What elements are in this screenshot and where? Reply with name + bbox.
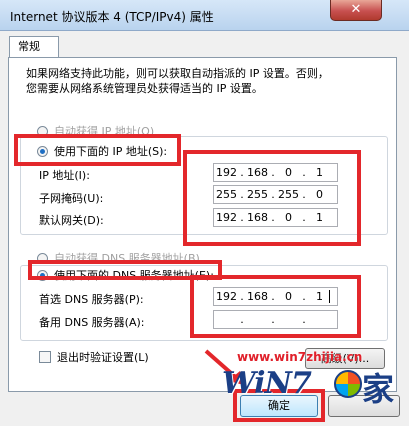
title-bar: Internet 协议版本 4 (TCP/IPv4) 属性 ✕ — [0, 0, 409, 31]
ip-address-label: IP 地址(I): — [39, 169, 90, 182]
watermark-logo-suffix: 家 — [362, 370, 395, 408]
description-line: 如果网络支持此功能，则可以获取自动指派的 IP 设置。否则， — [26, 67, 329, 80]
highlight-dns-fields — [190, 275, 361, 338]
watermark-logo: WiN7 — [222, 366, 312, 401]
highlight-ip-fields — [183, 150, 361, 246]
window-title: Internet 协议版本 4 (TCP/IPv4) 属性 — [10, 10, 214, 24]
windows-logo-icon — [334, 370, 362, 398]
validate-settings-checkbox[interactable] — [39, 351, 51, 363]
default-gateway-label: 默认网关(D): — [39, 214, 104, 227]
description-line: 您需要从网络系统管理员处获得适当的 IP 设置。 — [26, 82, 263, 95]
close-button[interactable]: ✕ — [330, 0, 382, 21]
tab-general-label: 常规 — [18, 40, 40, 53]
validate-settings-label: 退出时验证设置(L) — [57, 351, 149, 364]
validate-settings-row[interactable]: 退出时验证设置(L) — [39, 349, 149, 365]
highlight-ip-radio — [14, 134, 181, 166]
preferred-dns-label: 首选 DNS 服务器(P): — [39, 293, 144, 306]
description: 如果网络支持此功能，则可以获取自动指派的 IP 设置。否则， 您需要从网络系统管… — [26, 66, 366, 96]
subnet-mask-label: 子网掩码(U): — [39, 192, 104, 205]
tab-general[interactable]: 常规 — [9, 36, 59, 57]
close-icon: ✕ — [350, 2, 362, 17]
alternate-dns-label: 备用 DNS 服务器(A): — [39, 316, 145, 329]
watermark-url: www.win7zhijia.cn — [237, 350, 363, 364]
